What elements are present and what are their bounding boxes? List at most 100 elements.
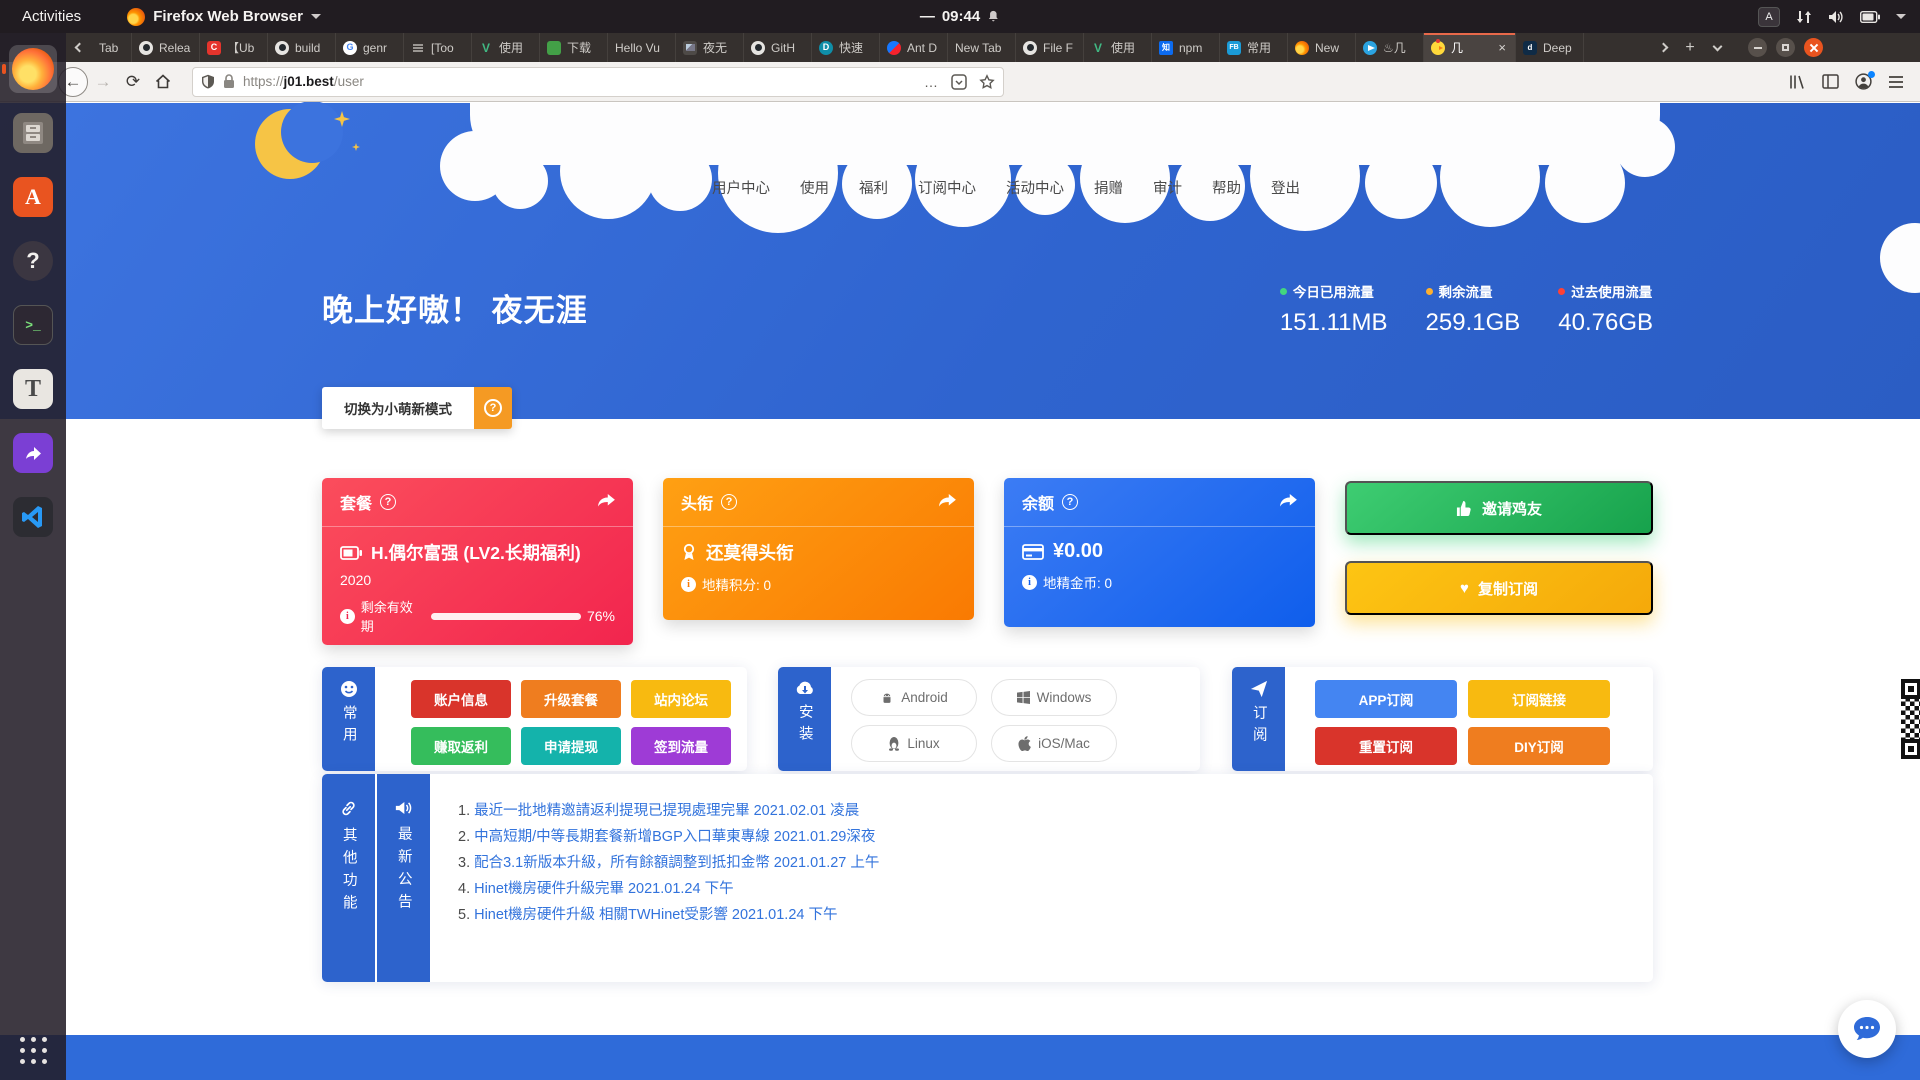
dock-text-editor[interactable]: T <box>9 365 57 413</box>
close-tab-button[interactable]: × <box>1496 40 1508 55</box>
account-button[interactable] <box>1855 73 1872 90</box>
close-window-button[interactable] <box>1804 38 1823 57</box>
minimize-button[interactable] <box>1748 38 1767 57</box>
latest-news-tab[interactable]: 最新公告 <box>377 774 430 982</box>
nav-help[interactable]: 帮助 <box>1212 177 1241 198</box>
system-tray[interactable]: A <box>1758 7 1906 27</box>
copy-subscription-button[interactable]: ♥ 复制订阅 <box>1345 561 1653 615</box>
browser-tab[interactable]: File F <box>1016 33 1084 62</box>
nav-donate[interactable]: 捐赠 <box>1094 177 1123 198</box>
maximize-button[interactable] <box>1776 38 1795 57</box>
dock-help[interactable]: ? <box>9 237 57 285</box>
earn-rebate-button[interactable]: 赚取返利 <box>411 727 511 765</box>
question-icon[interactable]: ? <box>1062 494 1078 510</box>
nav-audit[interactable]: 审计 <box>1153 177 1182 198</box>
browser-tab[interactable]: 夜无 <box>676 33 744 62</box>
android-button[interactable]: Android <box>851 679 977 716</box>
nav-logout[interactable]: 登出 <box>1271 177 1300 198</box>
browser-tab[interactable]: 知npm <box>1152 33 1220 62</box>
reload-button[interactable]: ⟳ <box>118 67 148 97</box>
question-icon[interactable]: ? <box>380 494 396 510</box>
menu-icon[interactable] <box>1888 75 1904 89</box>
browser-tab[interactable]: Hello Vu <box>608 33 676 62</box>
question-icon[interactable]: ? <box>721 494 737 510</box>
page-actions-button[interactable]: … <box>924 74 939 90</box>
announcement-link[interactable]: 中高短期/中等長期套餐新增BGP入口華東專線 2021.01.29深夜 <box>474 829 875 845</box>
scroll-tabs-left-button[interactable] <box>66 33 92 62</box>
account-info-button[interactable]: 账户信息 <box>411 680 511 718</box>
browser-tab[interactable]: Ggenr <box>336 33 404 62</box>
chat-support-button[interactable] <box>1838 1000 1896 1058</box>
action-panels: 常用 账户信息 升级套餐 站内论坛 赚取返利 申请提现 签到流量 安装 <box>0 667 1920 771</box>
app-title-menu[interactable]: Firefox Web Browser <box>127 8 321 26</box>
save-to-pocket-icon[interactable] <box>951 74 967 90</box>
mode-toggle-button[interactable]: 切换为小萌新模式 ? <box>322 387 512 429</box>
browser-tab-active[interactable]: 几 × <box>1424 33 1516 62</box>
quick-actions-tab[interactable]: 常用 <box>322 667 375 771</box>
withdraw-button[interactable]: 申请提现 <box>521 727 621 765</box>
invite-friends-button[interactable]: 邀请鸡友 <box>1345 481 1653 535</box>
nav-subscribe-center[interactable]: 订阅中心 <box>918 177 976 198</box>
share-icon[interactable] <box>597 494 615 510</box>
browser-tab[interactable]: 下载 <box>540 33 608 62</box>
bookmark-star-icon[interactable] <box>979 74 995 90</box>
announcement-link[interactable]: Hinet機房硬件升級 相關TWHinet受影響 2021.01.24 下午 <box>474 907 837 923</box>
browser-tab[interactable]: D快速 <box>812 33 880 62</box>
dock-files[interactable] <box>9 109 57 157</box>
mode-toggle-help-button[interactable]: ? <box>474 387 512 429</box>
list-all-tabs-button[interactable] <box>1704 46 1730 50</box>
dock-vscode[interactable] <box>9 493 57 541</box>
activities-button[interactable]: Activities <box>22 8 81 25</box>
new-tab-button[interactable]: + <box>1676 39 1704 57</box>
forum-button[interactable]: 站内论坛 <box>631 680 731 718</box>
browser-tab[interactable]: ♨几 <box>1356 33 1424 62</box>
scroll-tabs-right-button[interactable] <box>1650 44 1676 51</box>
other-features-tab[interactable]: 其他功能 <box>322 774 375 982</box>
announcement-link[interactable]: 最近一批地精邀請返利提現已提現處理完畢 2021.02.01 凌晨 <box>474 803 859 819</box>
nav-welfare[interactable]: 福利 <box>859 177 888 198</box>
library-icon[interactable] <box>1789 74 1806 90</box>
announcement-link[interactable]: Hinet機房硬件升級完畢 2021.01.24 下午 <box>474 881 733 897</box>
nav-activity-center[interactable]: 活动中心 <box>1006 177 1064 198</box>
show-applications-button[interactable] <box>15 1032 51 1068</box>
subscribe-tab[interactable]: 订阅 <box>1232 667 1285 771</box>
upgrade-plan-button[interactable]: 升级套餐 <box>521 680 621 718</box>
browser-tab[interactable]: Relea <box>132 33 200 62</box>
install-tab[interactable]: 安装 <box>778 667 831 771</box>
dock-share-app[interactable] <box>9 429 57 477</box>
linux-button[interactable]: Linux <box>851 725 977 762</box>
dock-ubuntu-software[interactable]: A <box>9 173 57 221</box>
home-button[interactable] <box>148 67 178 97</box>
browser-tab[interactable]: dDeep <box>1516 33 1584 62</box>
windows-button[interactable]: Windows <box>991 679 1117 716</box>
browser-tab[interactable]: V使用 <box>472 33 540 62</box>
browser-tab[interactable]: C【Ub <box>200 33 268 62</box>
browser-tab[interactable]: [Too <box>404 33 472 62</box>
clock[interactable]: — 09:44 <box>920 8 1000 25</box>
sidebar-icon[interactable] <box>1822 74 1839 89</box>
browser-tab[interactable]: V使用 <box>1084 33 1152 62</box>
browser-tab[interactable]: Tab <box>92 33 132 62</box>
app-subscribe-button[interactable]: APP订阅 <box>1315 680 1457 718</box>
url-bar[interactable]: https://j01.best/user … <box>192 67 1004 97</box>
reset-subscription-button[interactable]: 重置订阅 <box>1315 727 1457 765</box>
browser-tab[interactable]: Ant D <box>880 33 948 62</box>
browser-tab[interactable]: New Tab <box>948 33 1016 62</box>
dock-terminal[interactable]: >_ <box>9 301 57 349</box>
nav-usage[interactable]: 使用 <box>800 177 829 198</box>
nav-user-center[interactable]: 用户中心 <box>712 177 770 198</box>
announcement-link[interactable]: 配合3.1新版本升級，所有餘額調整到抵扣金幣 2021.01.27 上午 <box>474 855 879 871</box>
share-icon[interactable] <box>1279 494 1297 510</box>
dock: A ? >_ T <box>0 33 66 1080</box>
share-icon[interactable] <box>938 494 956 510</box>
dock-firefox[interactable] <box>9 45 57 93</box>
browser-tab[interactable]: New <box>1288 33 1356 62</box>
ios-mac-button[interactable]: iOS/Mac <box>991 725 1117 762</box>
browser-tab[interactable]: GitH <box>744 33 812 62</box>
diy-subscribe-button[interactable]: DIY订阅 <box>1468 727 1610 765</box>
forward-button[interactable]: → <box>88 67 118 97</box>
browser-tab[interactable]: FB常用 <box>1220 33 1288 62</box>
browser-tab[interactable]: build <box>268 33 336 62</box>
subscribe-link-button[interactable]: 订阅链接 <box>1468 680 1610 718</box>
checkin-traffic-button[interactable]: 签到流量 <box>631 727 731 765</box>
